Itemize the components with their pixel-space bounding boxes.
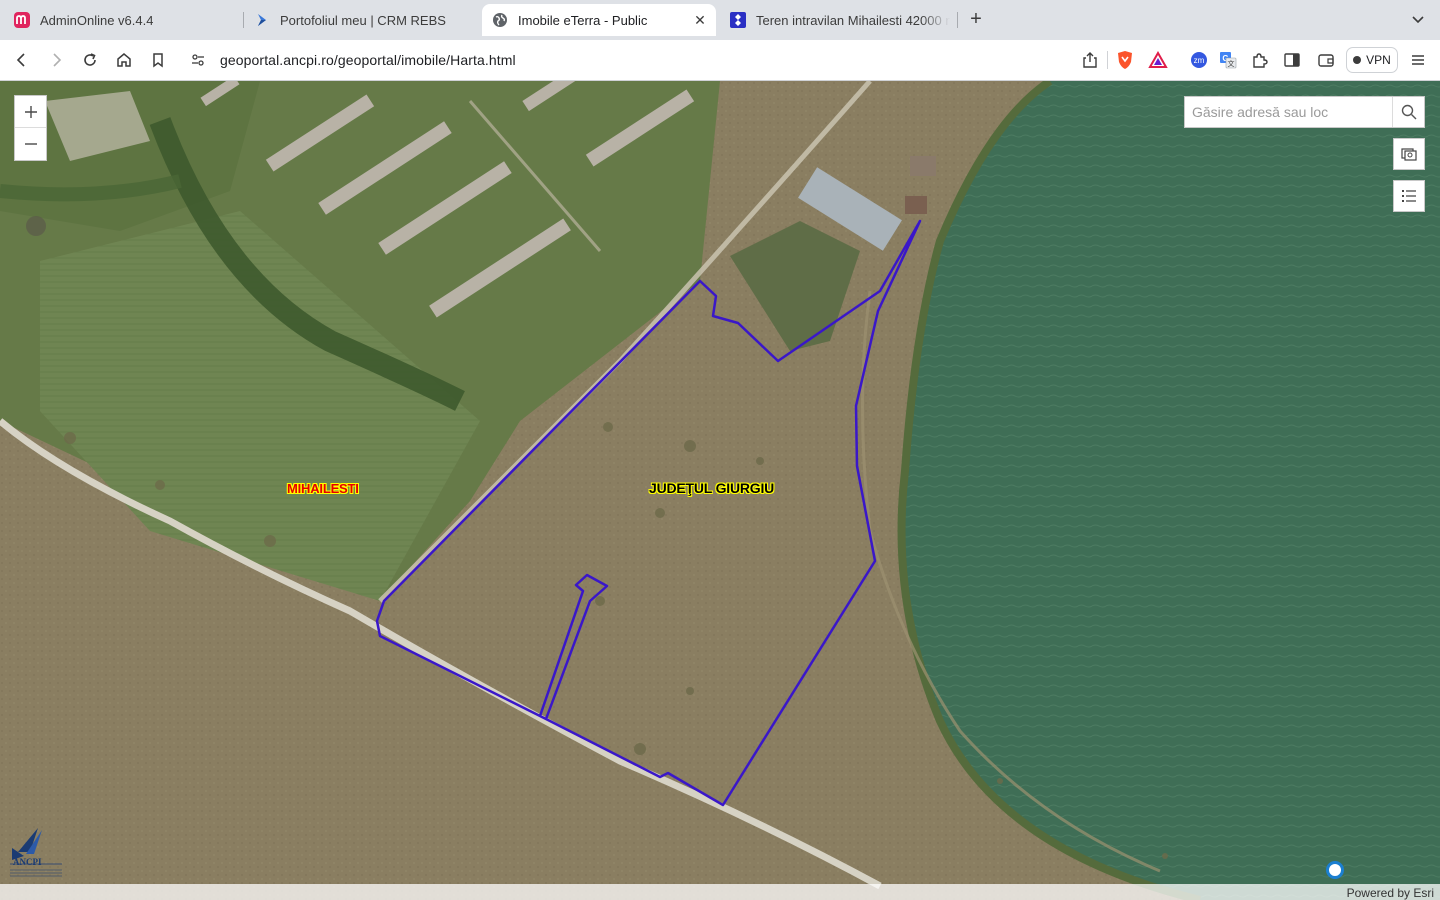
listing-icon bbox=[730, 12, 746, 28]
arrow-right-icon bbox=[53, 53, 62, 67]
plus-icon bbox=[24, 105, 37, 118]
tab-separator bbox=[243, 12, 244, 28]
tab-title: AdminOnline v6.4.4 bbox=[40, 12, 154, 28]
address-search bbox=[1184, 96, 1425, 128]
tab-crm-rebs[interactable]: Portofoliul meu | CRM REBS bbox=[246, 4, 480, 36]
forward-button[interactable] bbox=[44, 48, 68, 72]
google-translate-icon[interactable]: G文 bbox=[1216, 48, 1240, 72]
vpn-status-icon bbox=[1353, 56, 1362, 64]
current-location-icon[interactable] bbox=[1326, 861, 1344, 879]
layers-stack-icon bbox=[1401, 148, 1417, 161]
zoom-out-button[interactable] bbox=[15, 128, 46, 160]
attribution-bar bbox=[0, 884, 1440, 900]
adminonline-icon bbox=[14, 12, 30, 28]
tab-strip: AdminOnline v6.4.4 Portofoliul meu | CRM… bbox=[0, 0, 1440, 40]
chevron-down-icon[interactable] bbox=[1408, 10, 1428, 30]
share-icon[interactable] bbox=[1082, 51, 1098, 74]
site-settings-icon[interactable] bbox=[190, 52, 206, 73]
locality-label: MIHAILESTI bbox=[287, 481, 359, 496]
home-icon bbox=[117, 53, 131, 67]
ancpi-logo-text: ANCPI bbox=[13, 857, 42, 867]
new-tab-button[interactable]: + bbox=[964, 8, 988, 32]
menu-button[interactable] bbox=[1406, 48, 1430, 72]
tab-imobile-eterra[interactable]: Imobile eTerra - Public ✕ bbox=[482, 4, 716, 36]
zoom-in-button[interactable] bbox=[15, 96, 46, 128]
address-search-input[interactable] bbox=[1185, 97, 1393, 127]
tab-separator bbox=[957, 12, 958, 28]
reload-icon bbox=[84, 53, 96, 66]
tab-adminonline[interactable]: AdminOnline v6.4.4 bbox=[6, 4, 242, 36]
hamburger-icon bbox=[1412, 55, 1424, 65]
close-icon[interactable]: ✕ bbox=[692, 12, 708, 28]
crm-rebs-icon bbox=[254, 12, 270, 28]
vpn-button[interactable]: VPN bbox=[1346, 47, 1398, 73]
tab-title: Portofoliul meu | CRM REBS bbox=[280, 12, 446, 28]
svg-text:文: 文 bbox=[1228, 59, 1235, 68]
tab-teren-intravilan[interactable]: Teren intravilan Mihailesti 42000 m bbox=[722, 4, 954, 36]
county-label: JUDEŢUL GIURGIU bbox=[649, 480, 775, 496]
ancpi-logo-icon bbox=[10, 828, 62, 877]
basemap-button[interactable] bbox=[1393, 138, 1425, 170]
svg-text:zm: zm bbox=[1194, 56, 1205, 65]
bookmark-button[interactable] bbox=[146, 48, 170, 72]
zoom-controls bbox=[14, 95, 47, 161]
bookmark-icon bbox=[153, 53, 163, 68]
url-text: geoportal.ancpi.ro/geoportal/imobile/Har… bbox=[220, 52, 516, 68]
tab-title: Imobile eTerra - Public bbox=[518, 12, 648, 28]
brave-rewards-icon[interactable] bbox=[1148, 50, 1168, 74]
sidebar-toggle-icon[interactable] bbox=[1280, 48, 1304, 72]
zotero-extension-icon[interactable]: zm bbox=[1187, 48, 1211, 72]
back-button[interactable] bbox=[10, 48, 34, 72]
reload-button[interactable] bbox=[78, 48, 102, 72]
minus-icon bbox=[24, 143, 37, 145]
divider bbox=[1107, 51, 1108, 69]
globe-icon bbox=[492, 12, 508, 28]
search-button[interactable] bbox=[1392, 97, 1424, 127]
arrow-left-icon bbox=[16, 53, 25, 67]
tab-title: Teren intravilan Mihailesti 42000 m bbox=[756, 12, 950, 28]
brave-shields-icon[interactable] bbox=[1116, 50, 1134, 75]
search-icon bbox=[1401, 104, 1417, 120]
list-icon bbox=[1402, 190, 1416, 202]
extensions-puzzle-icon[interactable] bbox=[1248, 48, 1272, 72]
home-button[interactable] bbox=[112, 48, 136, 72]
browser-toolbar: geoportal.ancpi.ro/geoportal/imobile/Har… bbox=[0, 40, 1440, 81]
wallet-icon[interactable] bbox=[1314, 48, 1338, 72]
vpn-label: VPN bbox=[1366, 53, 1391, 67]
map-view[interactable]: MIHAILESTI JUDEŢUL GIURGIU ANCPI Powered… bbox=[0, 81, 1440, 900]
legend-button[interactable] bbox=[1393, 180, 1425, 212]
attribution-text[interactable]: Powered by Esri bbox=[1347, 886, 1434, 900]
address-bar[interactable]: geoportal.ancpi.ro/geoportal/imobile/Har… bbox=[182, 45, 1176, 75]
